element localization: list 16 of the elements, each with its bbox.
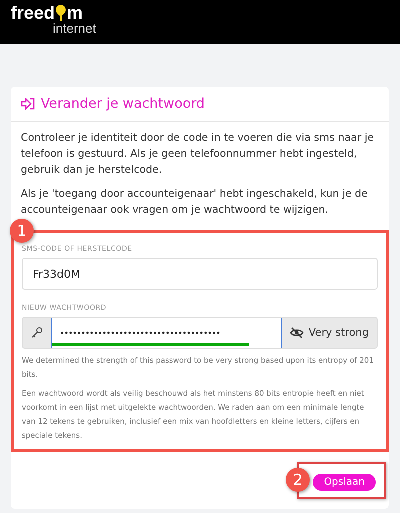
callout-badge: 1 bbox=[10, 219, 34, 243]
input-field[interactable]: Fr33d0M bbox=[22, 258, 378, 290]
pin-icon bbox=[55, 4, 68, 22]
password-field[interactable]: •••••••••••••••••••••••••••••••••••••• Very strong bbox=[22, 317, 378, 349]
logo-text: m bbox=[67, 4, 84, 22]
eye-off-icon bbox=[290, 327, 304, 339]
paragraph: Controleer je identiteit door de code in te voeren die via sms naar je telefoon is gestuurd. Als je geen telefoonnummer hebt ingesteld, gebruik dan je herstelcode. bbox=[20, 131, 376, 178]
save-button[interactable]: Opslaan bbox=[313, 474, 376, 491]
paragraph: Als je 'toegang door accounteigenaar' hebt ingeschakeld, kun je de accounteigenaar ook vragen om je wachtwoord te wijzigen. bbox=[20, 187, 369, 218]
card-title: Verander je wachtwoord bbox=[41, 96, 205, 112]
logo-text: freed bbox=[11, 4, 56, 22]
login-arrow-icon bbox=[21, 98, 35, 110]
visibility-toggle[interactable]: Very strong bbox=[282, 318, 377, 348]
logo-tagline: internet bbox=[53, 22, 98, 36]
key-icon bbox=[31, 327, 43, 339]
callout-badge: 2 bbox=[286, 468, 310, 492]
